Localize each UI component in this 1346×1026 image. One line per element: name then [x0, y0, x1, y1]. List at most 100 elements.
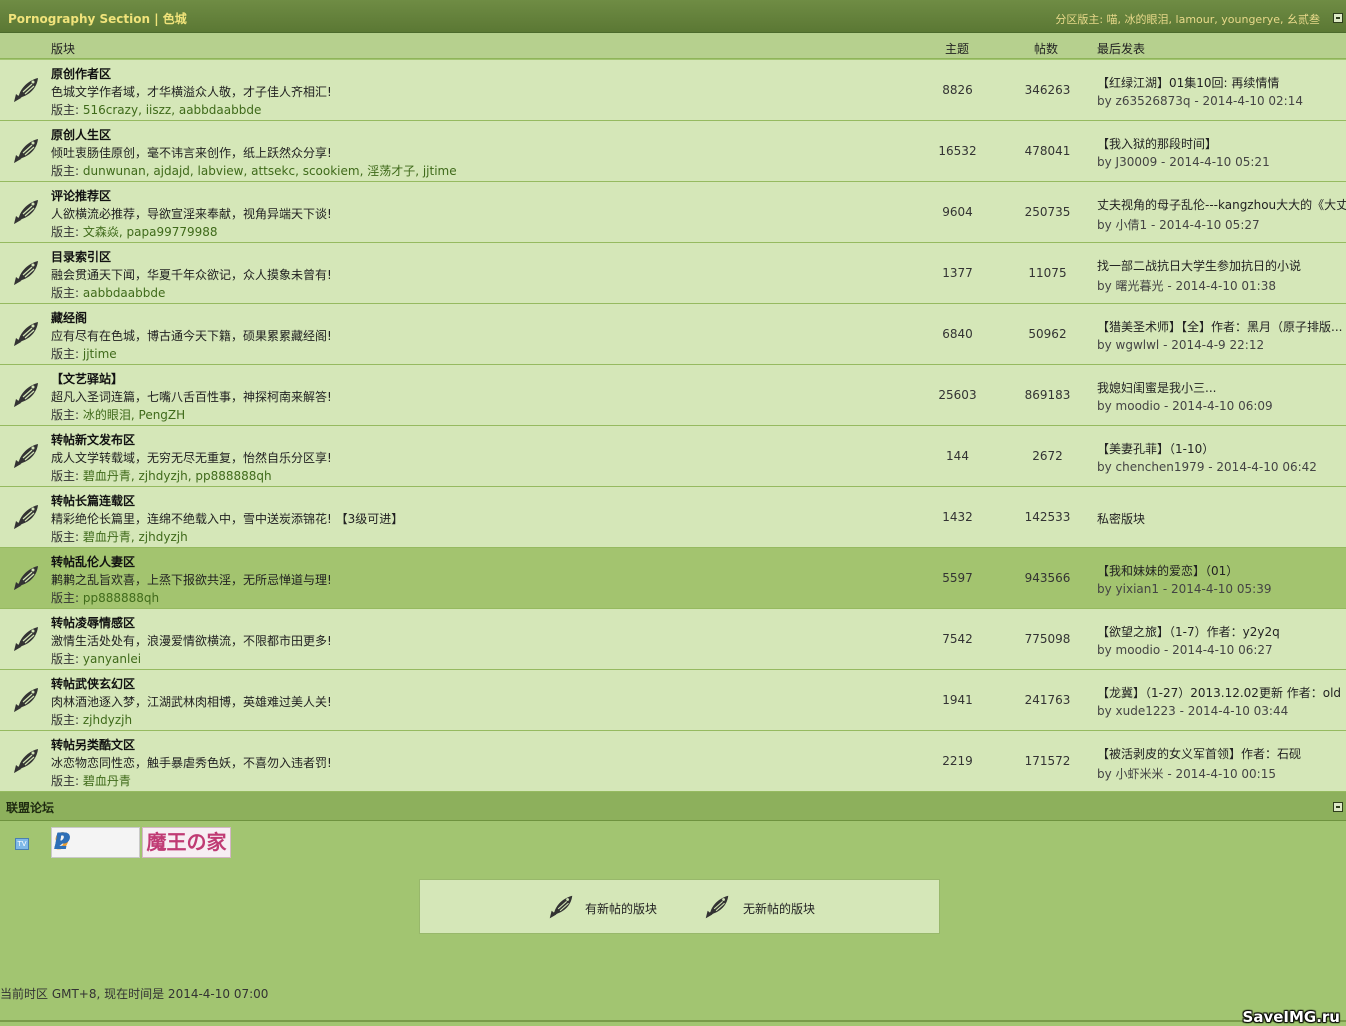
last-post-title-link[interactable]: 丈夫视角的母子乱伦---kangzhou大大的《大丈 — [1097, 198, 1346, 212]
forum-name-link[interactable]: 转帖新文发布区 — [51, 431, 135, 448]
last-post: 【我入狱的那段时间】 by J30009 - 2014-4-10 05:21 — [1097, 135, 1346, 169]
last-post-title-link[interactable]: 【龙冀】（1-27）2013.12.02更新 作者：old ... — [1097, 686, 1346, 700]
last-post-author[interactable]: by moodio - 2014-4-10 06:27 — [1097, 643, 1346, 657]
forum-description: 激情生活处处有，浪漫爱情欲横流，不限都市田更多! — [51, 634, 332, 648]
last-post-author[interactable]: by wgwlwl - 2014-4-9 22:12 — [1097, 338, 1346, 352]
moderator-label: 版主: — [51, 713, 80, 727]
forum-name-link[interactable]: 藏经阁 — [51, 309, 87, 326]
forum-topic-count: 1432 — [942, 510, 973, 524]
forum-name-link[interactable]: 转帖武侠玄幻区 — [51, 675, 135, 692]
last-post-title-link[interactable]: 【红绿江湖】01集10回: 再续情情 — [1097, 76, 1279, 90]
moderator-links[interactable]: dunwunan, ajdajd, labview, attsekc, scoo… — [83, 164, 457, 178]
moderator-links[interactable]: 冰的眼泪, PengZH — [83, 408, 185, 422]
moderator-label: 版主: — [51, 103, 80, 117]
forum-topic-count: 6840 — [942, 327, 973, 341]
last-post-title-link[interactable]: 【被活剥皮的女义军首领】作者：石砚 — [1097, 747, 1301, 761]
moderator-links[interactable]: 碧血丹青, zjhdyzjh — [83, 530, 188, 544]
moderator-links[interactable]: pp888888qh — [83, 591, 159, 605]
forum-description: 精彩绝伦长篇里，连绵不绝载入中，雪中送炭添锦花! 【3级可进】 — [51, 512, 404, 526]
forum-topic-count: 8826 — [942, 83, 973, 97]
last-post-title-link[interactable]: 【欲望之旅】（1-7）作者：y2y2q — [1097, 625, 1280, 639]
moderator-links[interactable]: 碧血丹青, zjhdyzjh, pp888888qh — [83, 469, 272, 483]
last-post-author[interactable]: by chenchen1979 - 2014-4-10 06:42 — [1097, 460, 1346, 474]
forum-topic-count: 2219 — [942, 754, 973, 768]
forum-name-link[interactable]: 原创人生区 — [51, 126, 111, 143]
last-post-author[interactable]: by moodio - 2014-4-10 06:09 — [1097, 399, 1346, 413]
moderator-label: 版主: — [51, 652, 80, 666]
moderator-links[interactable]: jjtime — [83, 347, 117, 361]
last-post-author[interactable]: by 小倩1 - 2014-4-10 05:27 — [1097, 216, 1346, 233]
forum-description: 应有尽有在色城，博古通今天下籍，硕果累累藏经阁! — [51, 329, 332, 343]
moderator-links[interactable]: 文森焱, papa99779988 — [83, 225, 218, 239]
last-post-author[interactable]: by 小虾米米 - 2014-4-10 00:15 — [1097, 765, 1346, 782]
last-post-title-link[interactable]: 【猎美圣术师】【全】作者：黑月（原子排版... — [1097, 320, 1342, 334]
forum-post-count: 50962 — [1028, 327, 1067, 341]
forum-moderators: 版主: 碧血丹青 — [51, 772, 131, 789]
forum-fish-icon — [14, 505, 38, 529]
forum-topic-count: 5597 — [942, 571, 973, 585]
forum-name-link[interactable]: 转帖另类酷文区 — [51, 736, 135, 753]
collapse-section-icon[interactable] — [1333, 13, 1343, 23]
last-post-author[interactable]: by yixian1 - 2014-4-10 05:39 — [1097, 582, 1346, 596]
forum-name-link[interactable]: 评论推荐区 — [51, 187, 111, 204]
no-new-posts-fish-icon — [705, 895, 729, 919]
forum-topic-count: 1941 — [942, 693, 973, 707]
forum-post-count: 775098 — [1024, 632, 1071, 646]
forum-name-link[interactable]: 转帖凌辱情感区 — [51, 614, 135, 631]
forum-name-link[interactable]: 原创作者区 — [51, 65, 111, 82]
last-post-title-link[interactable]: 【美妻孔菲】（1-10） — [1097, 442, 1214, 456]
last-post-title-link[interactable]: 私密版块 — [1097, 512, 1145, 526]
last-post-title-link[interactable]: 【我入狱的那段时间】 — [1097, 137, 1217, 151]
legend-no-new-label: 无新帖的版块 — [743, 902, 816, 916]
last-post: 私密版块 — [1097, 510, 1346, 527]
last-post-author[interactable]: by z63526873q - 2014-4-10 02:14 — [1097, 94, 1346, 108]
section-header: Pornography Section | 色城 分区版主: 喵, 冰的眼泪, … — [0, 0, 1346, 33]
forum-post-count: 142533 — [1024, 510, 1071, 524]
alliance-logo-maou[interactable]: 魔王の家 — [142, 827, 231, 858]
last-post-title-link[interactable]: 【我和妹妹的爱恋】（01） — [1097, 564, 1238, 578]
forum-description: 成人文学转载域，无穷无尽无重复，怡然自乐分区享! — [51, 451, 332, 465]
col-last-post: 最后发表 — [1097, 42, 1146, 56]
forum-topic-count: 1377 — [942, 266, 973, 280]
forum-moderators: 版主: 碧血丹青, zjhdyzjh — [51, 528, 188, 545]
forum-fish-icon — [14, 322, 38, 346]
moderator-label: 版主: — [51, 591, 80, 605]
last-post-author[interactable]: by J30009 - 2014-4-10 05:21 — [1097, 155, 1346, 169]
section-title[interactable]: Pornography Section | 色城 — [8, 10, 187, 27]
moderator-links[interactable]: yanyanlei — [83, 652, 141, 666]
forum-moderators: 版主: dunwunan, ajdajd, labview, attsekc, … — [51, 162, 457, 179]
forum-moderators: 版主: 文森焱, papa99779988 — [51, 223, 218, 240]
forum-fish-icon — [14, 566, 38, 590]
moderator-label: 版主: — [51, 530, 80, 544]
legend-new-label: 有新帖的版块 — [585, 902, 658, 916]
moderator-label: 版主: — [51, 164, 80, 178]
forum-name-link[interactable]: 目录索引区 — [51, 248, 111, 265]
last-post-title-link[interactable]: 我媳妇闺蜜是我小三... — [1097, 381, 1216, 395]
forum-fish-icon — [14, 139, 38, 163]
moderator-links[interactable]: zjhdyzjh — [83, 713, 132, 727]
alliance-logo-99p2p[interactable]: 99P2P — [51, 827, 140, 858]
moderator-label: 版主: — [51, 408, 80, 422]
forum-name-link[interactable]: 【文艺驿站】 — [51, 370, 123, 387]
collapse-alliance-icon[interactable] — [1333, 802, 1343, 812]
moderator-links[interactable]: 碧血丹青 — [83, 774, 131, 788]
moderator-label: 版主: — [51, 774, 80, 788]
forum-row: 原创人生区 倾吐衷肠佳原创，毫不讳言来创作，纸上跃然众分享! 版主: dunwuna… — [0, 121, 1346, 182]
last-post: 【美妻孔菲】（1-10） by chenchen1979 - 2014-4-10 … — [1097, 440, 1346, 474]
forum-row: 转帖另类酷文区 冰恋物恋同性恋，触手暴虐秀色妖，不喜勿入违者罚! 版主: 碧血丹青 2… — [0, 731, 1346, 792]
forum-name-link[interactable]: 转帖长篇连载区 — [51, 492, 135, 509]
forum-moderators: 版主: zjhdyzjh — [51, 711, 132, 728]
forum-moderators: 版主: jjtime — [51, 345, 117, 362]
alliance-title: 联盟论坛 — [6, 801, 55, 815]
forum-moderators: 版主: aabbdaabbde — [51, 284, 165, 301]
forum-fish-icon — [14, 200, 38, 224]
moderator-links[interactable]: 516crazy, iiszz, aabbdaabbde — [83, 103, 261, 117]
forum-description: 鹣鹣之乱旨欢喜，上烝下报欲共淫，无所忌惮道与理! — [51, 573, 332, 587]
moderator-links[interactable]: aabbdaabbde — [83, 286, 166, 300]
last-post: 【龙冀】（1-27）2013.12.02更新 作者：old ... by xude… — [1097, 684, 1346, 718]
last-post-author[interactable]: by xude1223 - 2014-4-10 03:44 — [1097, 704, 1346, 718]
last-post-title-link[interactable]: 找一部二战抗日大学生参加抗日的小说 — [1097, 259, 1301, 273]
forum-name-link[interactable]: 转帖乱伦人妻区 — [51, 553, 135, 570]
col-forum: 版块 — [51, 42, 76, 56]
last-post-author[interactable]: by 曙光暮光 - 2014-4-10 01:38 — [1097, 277, 1346, 294]
